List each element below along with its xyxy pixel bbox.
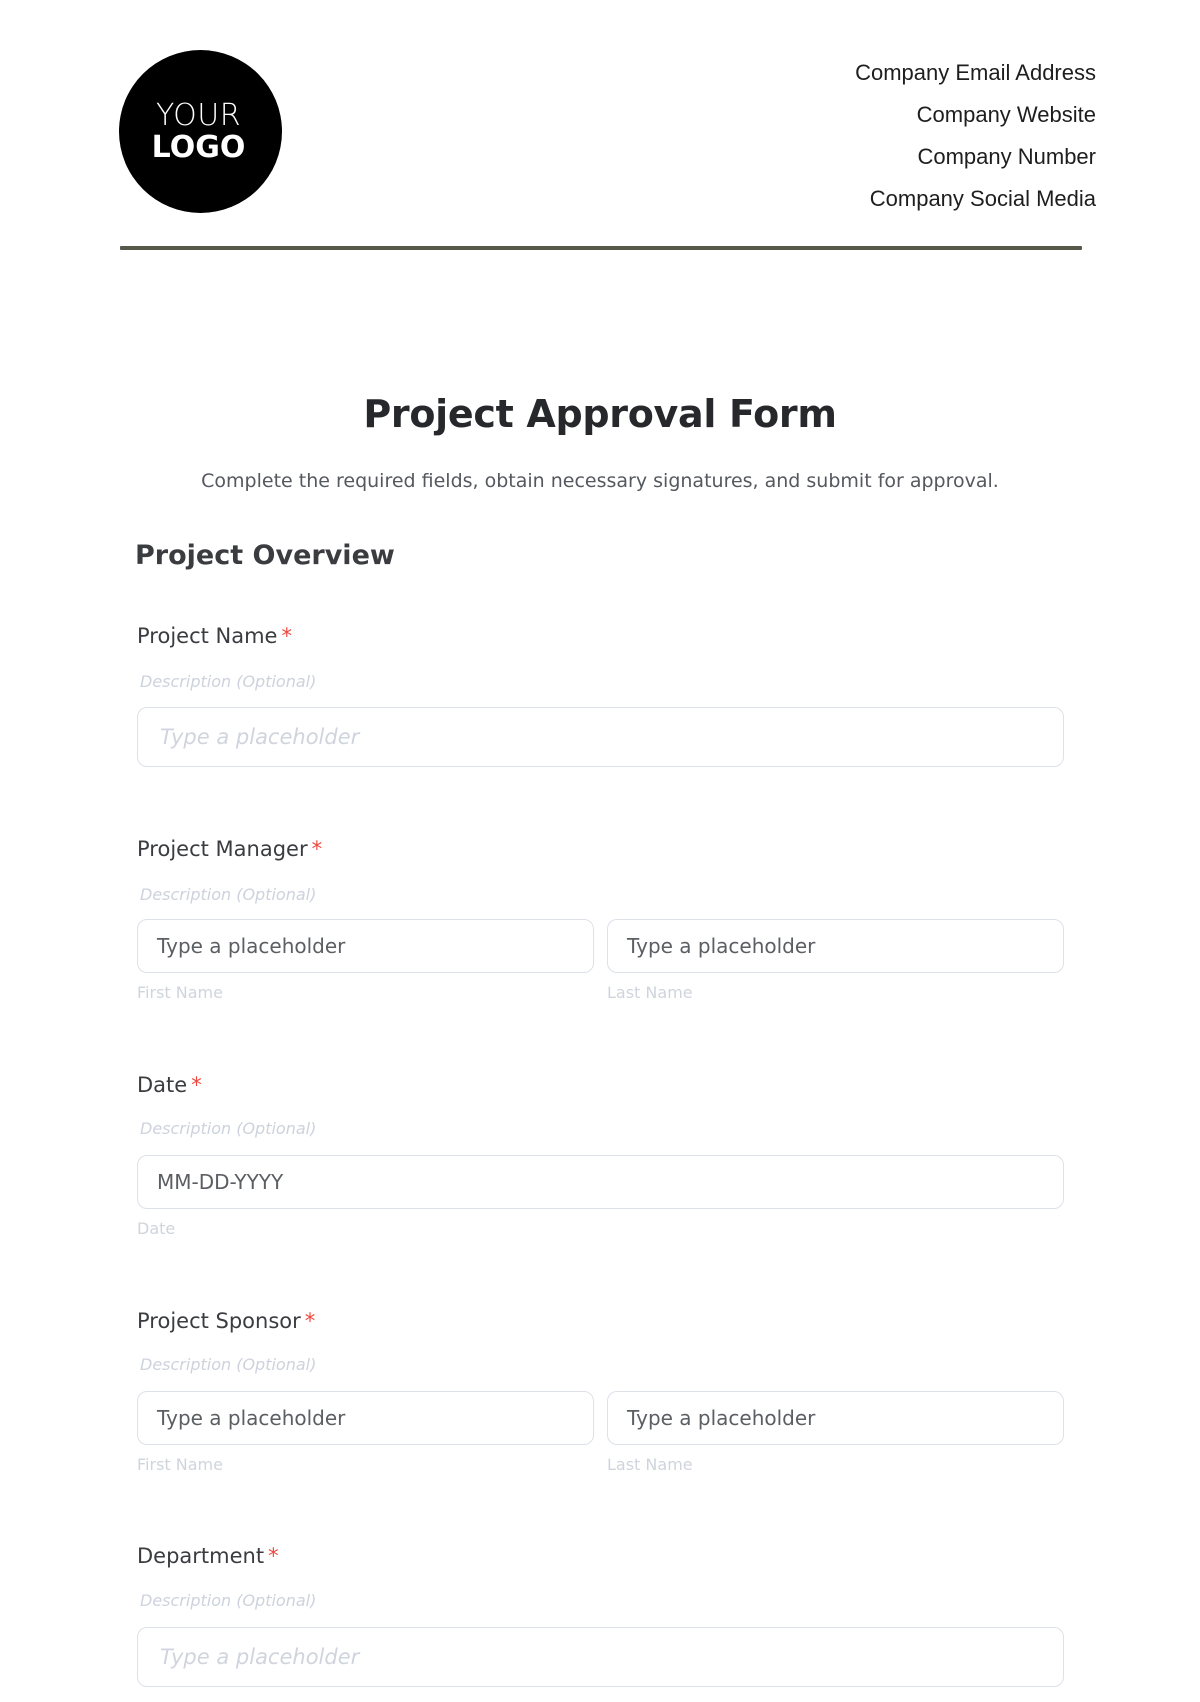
field-label: Department *	[137, 1544, 1064, 1568]
project-sponsor-first-name-input[interactable]: Type a placeholder	[137, 1391, 594, 1445]
project-manager-first-name-input[interactable]: Type a placeholder	[137, 919, 594, 973]
logo-line-2: LOGO	[151, 129, 246, 165]
input-placeholder: Type a placeholder	[160, 725, 360, 749]
project-manager-last-name-input[interactable]: Type a placeholder	[607, 919, 1064, 973]
field-description: Description (Optional)	[140, 672, 317, 691]
section-heading-project-overview: Project Overview	[135, 540, 395, 571]
company-info: Company Email Address Company Website Co…	[855, 52, 1096, 220]
field-label: Date *	[137, 1073, 1064, 1097]
field-date: Date * Description (Optional) MM-DD-YYYY …	[137, 1073, 1064, 1238]
department-input[interactable]: Type a placeholder	[137, 1627, 1064, 1687]
field-description: Description (Optional)	[140, 1355, 317, 1374]
field-department: Department * Description (Optional) Type …	[137, 1544, 1064, 1687]
field-label-text: Department	[137, 1544, 265, 1568]
field-label-text: Date	[137, 1073, 188, 1097]
form-title: Project Approval Form	[363, 392, 837, 436]
required-asterisk: *	[304, 1309, 316, 1333]
form-subtitle: Complete the required fields, obtain nec…	[201, 470, 999, 492]
field-label: Project Sponsor *	[137, 1309, 1064, 1333]
header-divider	[120, 246, 1082, 250]
field-project-manager: Project Manager * Description (Optional) …	[137, 837, 1064, 1002]
date-input[interactable]: MM-DD-YYYY	[137, 1155, 1064, 1209]
required-asterisk: *	[268, 1544, 279, 1568]
company-social-media: Company Social Media	[869, 186, 1096, 211]
company-email: Company Email Address	[855, 60, 1096, 85]
field-label: Project Name *	[137, 624, 1064, 648]
field-label-text: Project Name	[137, 624, 278, 648]
company-website: Company Website	[916, 102, 1096, 127]
field-description: Description (Optional)	[140, 885, 317, 904]
field-label-text: Project Sponsor	[137, 1309, 301, 1333]
project-name-input[interactable]: Type a placeholder	[137, 707, 1064, 767]
input-value: Type a placeholder	[157, 1406, 346, 1430]
field-project-name: Project Name * Description (Optional) Typ…	[137, 624, 1064, 767]
first-name-sublabel: First Name	[137, 1455, 223, 1474]
last-name-sublabel: Last Name	[607, 1455, 693, 1474]
input-placeholder: Type a placeholder	[160, 1645, 360, 1669]
input-value: Type a placeholder	[157, 934, 346, 958]
date-sublabel: Date	[137, 1219, 176, 1238]
first-name-sublabel: First Name	[137, 983, 223, 1002]
last-name-sublabel: Last Name	[607, 983, 693, 1002]
logo-line-1: YOUR	[155, 97, 242, 133]
field-project-sponsor: Project Sponsor * Description (Optional) …	[137, 1309, 1064, 1474]
field-description: Description (Optional)	[140, 1119, 317, 1138]
required-asterisk: *	[311, 837, 323, 861]
field-label-text: Project Manager	[137, 837, 308, 861]
field-description: Description (Optional)	[140, 1591, 317, 1610]
company-logo: YOUR LOGO	[119, 50, 282, 213]
required-asterisk: *	[281, 624, 292, 648]
input-value: Type a placeholder	[627, 1406, 816, 1430]
field-label: Project Manager *	[137, 837, 1064, 861]
company-number: Company Number	[917, 144, 1096, 169]
input-value: Type a placeholder	[627, 934, 816, 958]
input-value: MM-DD-YYYY	[157, 1170, 284, 1194]
project-sponsor-last-name-input[interactable]: Type a placeholder	[607, 1391, 1064, 1445]
required-asterisk: *	[191, 1073, 202, 1097]
